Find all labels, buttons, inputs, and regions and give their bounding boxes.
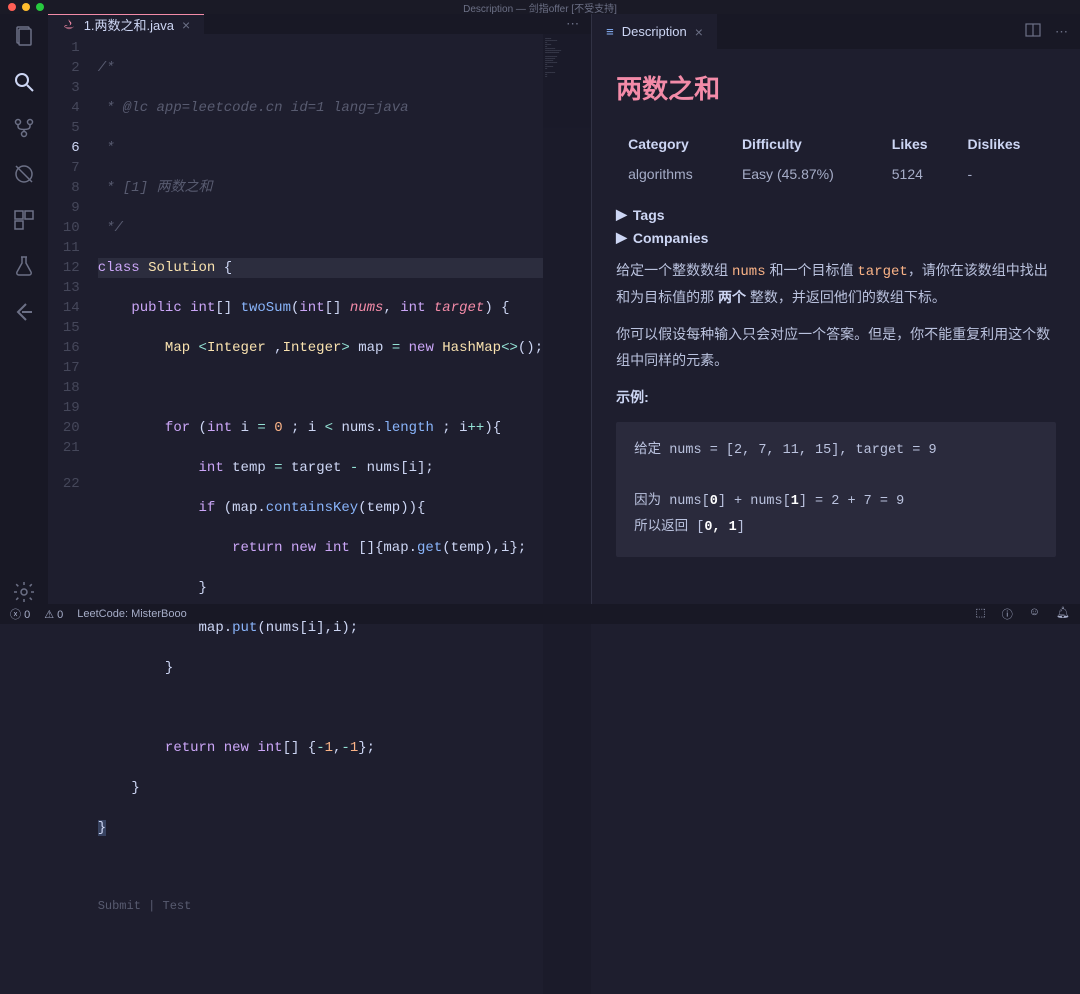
error-icon: ⓧ <box>10 609 21 621</box>
close-window-button[interactable] <box>8 3 16 11</box>
testing-icon[interactable] <box>12 254 36 278</box>
leetcode-icon[interactable] <box>12 300 36 324</box>
status-smiley-icon[interactable]: ☺ <box>1029 606 1040 622</box>
search-icon[interactable] <box>12 70 36 94</box>
code-lens-submit-test[interactable]: Submit | Test <box>98 898 543 914</box>
description-tab-bar: ≡ Description × ⋯ <box>592 14 1080 49</box>
th-likes: Likes <box>882 130 956 158</box>
close-tab-icon[interactable]: × <box>182 17 190 33</box>
settings-gear-icon[interactable] <box>12 580 36 604</box>
problem-title: 两数之和 <box>616 69 1056 106</box>
editor-tab-label: 1.两数之和.java <box>84 15 174 34</box>
tags-section[interactable]: ▶ Tags <box>616 206 1056 223</box>
td-dislikes: - <box>958 160 1054 188</box>
minimap[interactable]: ▬▬▬▬▬▬▬▬▬▬▬▬▬▬▬▬▬▬▬▬▬▬▬▬▬▬▬▬▬▬▬▬▬▬▬▬▬▬▬▬… <box>543 34 591 994</box>
example-label: 示例: <box>616 385 1056 410</box>
status-info-icon[interactable]: ⓘ <box>1002 606 1013 622</box>
editor-tab-bar: 1.两数之和.java × ⋯ <box>48 14 591 34</box>
description-tab[interactable]: ≡ Description × <box>592 14 717 49</box>
editor-tab[interactable]: 1.两数之和.java × <box>48 14 205 34</box>
td-category: algorithms <box>618 160 730 188</box>
companies-label: Companies <box>633 230 708 246</box>
line-number-gutter: 12345 678910 1112131415 1617181920 2122 <box>48 34 98 994</box>
description-tab-label: Description <box>622 24 687 39</box>
th-category: Category <box>618 130 730 158</box>
code-editor[interactable]: 12345 678910 1112131415 1617181920 2122 … <box>48 34 591 994</box>
td-likes: 5124 <box>882 160 956 188</box>
editor-area: 1.两数之和.java × ⋯ 12345 678910 1112131415 … <box>48 14 591 604</box>
extensions-icon[interactable] <box>12 208 36 232</box>
description-content[interactable]: 两数之和 Category Difficulty Likes Dislikes … <box>592 49 1080 604</box>
explorer-icon[interactable] <box>12 24 36 48</box>
problem-info-table: Category Difficulty Likes Dislikes algor… <box>616 128 1056 190</box>
window-titlebar: Description — 剑指offer [不受支持] <box>0 0 1080 14</box>
problem-paragraph-1: 给定一个整数数组 nums 和一个目标值 target，请你在该数组中找出和为目… <box>616 258 1056 310</box>
status-bell-icon[interactable]: 🔔︎ <box>1056 606 1070 622</box>
list-icon: ≡ <box>606 24 614 39</box>
debug-icon[interactable] <box>12 162 36 186</box>
status-icon-1[interactable]: ⬚ <box>975 606 985 622</box>
triangle-right-icon: ▶ <box>616 206 627 223</box>
window-title: Description — 剑指offer [不受支持] <box>463 0 617 15</box>
more-actions-icon[interactable]: ⋯ <box>566 16 579 32</box>
example-code-block: 给定 nums = [2, 7, 11, 15], target = 9 因为 … <box>616 422 1056 557</box>
th-dislikes: Dislikes <box>958 130 1054 158</box>
minimize-window-button[interactable] <box>22 3 30 11</box>
description-panel: ≡ Description × ⋯ 两数之和 Category Difficul… <box>591 14 1080 604</box>
companies-section[interactable]: ▶ Companies <box>616 229 1056 246</box>
td-difficulty: Easy (45.87%) <box>732 160 880 188</box>
tags-label: Tags <box>633 207 665 223</box>
code-content[interactable]: /* * @lc app=leetcode.cn id=1 lang=java … <box>98 34 543 994</box>
window-controls <box>8 3 44 11</box>
java-file-icon <box>62 18 76 32</box>
maximize-window-button[interactable] <box>36 3 44 11</box>
problem-paragraph-2: 你可以假设每种输入只会对应一个答案。但是，你不能重复利用这个数组中同样的元素。 <box>616 322 1056 372</box>
activity-bar <box>0 14 48 604</box>
close-tab-icon[interactable]: × <box>695 24 703 40</box>
status-errors[interactable]: ⓧ 0 <box>10 606 30 622</box>
more-actions-icon[interactable]: ⋯ <box>1055 24 1068 40</box>
source-control-icon[interactable] <box>12 116 36 140</box>
split-editor-icon[interactable] <box>1025 22 1041 41</box>
th-difficulty: Difficulty <box>732 130 880 158</box>
triangle-right-icon: ▶ <box>616 229 627 246</box>
